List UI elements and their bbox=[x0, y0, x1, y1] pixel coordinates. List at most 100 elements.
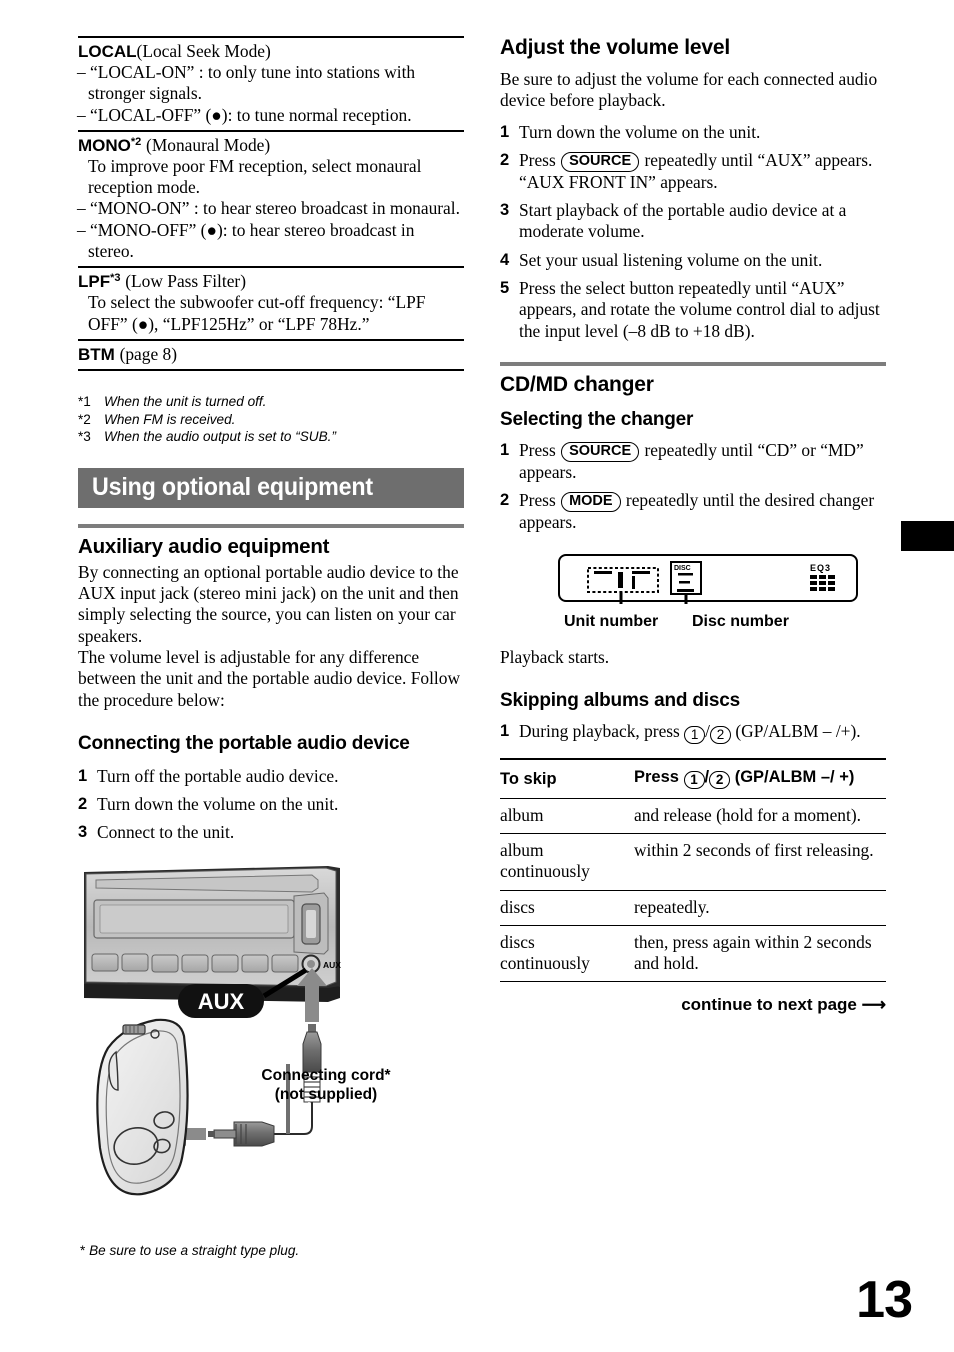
press-cell-0: and release (hold for a moment). bbox=[634, 797, 886, 834]
source-button-key-2[interactable]: SOURCE bbox=[561, 441, 640, 462]
setting-btm-paren: (page 8) bbox=[119, 343, 178, 364]
skipping-step-1-sep: / bbox=[705, 720, 711, 741]
volume-step-4-number: 4 bbox=[500, 250, 510, 269]
setting-mono-header: MONO*2 (Monaural Mode) bbox=[78, 135, 464, 156]
footnote-1-text: When the unit is turned off. bbox=[104, 393, 267, 409]
setting-lpf: LPF*3 (Low Pass Filter) To select the su… bbox=[78, 268, 464, 339]
changer-heading: CD/MD changer bbox=[500, 372, 654, 396]
straight-plug-note-marker: * bbox=[80, 1243, 86, 1258]
footnote-2-text: When FM is received. bbox=[104, 411, 236, 427]
setting-local-line-1: – “LOCAL-ON” : to only tune into station… bbox=[77, 62, 416, 104]
skip-cell-1: album continuously bbox=[500, 833, 634, 891]
footnote-2-marker: *2 bbox=[78, 411, 91, 427]
connect-step-1-number: 1 bbox=[78, 766, 88, 785]
selecting-step-2-text: Press MODE repeatedly until the desired … bbox=[519, 490, 886, 533]
skipping-step-1-text: During playback, press 1/2 (GP/ALBM – /+… bbox=[519, 721, 886, 744]
skip-cell-0: album bbox=[500, 797, 634, 834]
volume-heading: Adjust the volume level bbox=[500, 36, 730, 59]
volume-step-4-text: Set your usual listening volume on the u… bbox=[519, 249, 823, 270]
setting-local: LOCAL(Local Seek Mode) – “LOCAL-ON” : to… bbox=[77, 38, 464, 130]
page-number: 13 bbox=[856, 1271, 913, 1329]
continue-next-page-text: continue to next page bbox=[681, 995, 857, 1015]
selecting-heading: Selecting the changer bbox=[500, 408, 694, 430]
button-2-key[interactable]: 2 bbox=[710, 725, 732, 744]
edge-tab-marker bbox=[901, 521, 954, 551]
manual-page: LOCAL(Local Seek Mode) – “LOCAL-ON” : to… bbox=[0, 0, 954, 1352]
footnote-list: *1 When the unit is turned off. *2 When … bbox=[78, 393, 464, 446]
skip-table-bottom-rule bbox=[500, 981, 886, 983]
volume-step-3-number: 3 bbox=[500, 201, 510, 220]
setting-btm-name: BTM bbox=[78, 344, 115, 364]
setting-mono-line-1: To improve poor FM reception, select mon… bbox=[88, 155, 422, 198]
setting-mono: MONO*2 (Monaural Mode) To improve poor F… bbox=[77, 132, 464, 266]
volume-step-5: 5 Press the select button repeatedly unt… bbox=[500, 278, 886, 342]
selecting-step-2: 2 Press MODE repeatedly until the desire… bbox=[500, 490, 886, 533]
connect-step-1: 1 Turn off the portable audio device. bbox=[78, 766, 464, 787]
volume-step-1-number: 1 bbox=[500, 122, 510, 141]
press-cell-1: within 2 seconds of first releasing. bbox=[634, 833, 886, 891]
display-svg: DISC EQ3 bbox=[558, 553, 858, 604]
volume-step-2-post: repeatedly until “AUX” appears. bbox=[640, 149, 873, 170]
setting-local-name: LOCAL bbox=[78, 42, 137, 61]
arrow-right-icon: ⟶ bbox=[861, 995, 886, 1015]
aux-connection-illustration: AUX AUX Connecting cord* (not supplied) bbox=[78, 858, 464, 1218]
setting-lpf-sup: *3 bbox=[110, 272, 121, 285]
connect-step-3-text: Connect to the unit. bbox=[97, 822, 235, 843]
skipping-step-1: 1 During playback, press 1/2 (GP/ALBM – … bbox=[500, 721, 886, 744]
setting-lpf-name: LPF bbox=[78, 272, 111, 292]
volume-step-4: 4 Set your usual listening volume on the… bbox=[500, 250, 886, 271]
table-row: discs repeatedly. bbox=[500, 889, 886, 926]
volume-step-2: 2 Press SOURCE repeatedly until “AUX” ap… bbox=[500, 150, 886, 193]
mode-button-key[interactable]: MODE bbox=[561, 492, 621, 513]
volume-step-1: 1 Turn down the volume on the unit. bbox=[500, 122, 886, 143]
connect-heading: Connecting the portable audio device bbox=[78, 732, 410, 754]
skipping-steps: 1 During playback, press 1/2 (GP/ALBM – … bbox=[500, 721, 886, 744]
source-button-key[interactable]: SOURCE bbox=[561, 151, 640, 172]
setting-btm-header: BTM (page 8) bbox=[78, 344, 464, 365]
button-2-key-header[interactable]: 2 bbox=[709, 770, 731, 789]
skip-table-header-to-skip: To skip bbox=[500, 757, 634, 799]
setting-mono-sup: *2 bbox=[130, 135, 142, 148]
eq-label: EQ3 bbox=[810, 563, 831, 573]
cord-label-line-2: (not supplied) bbox=[274, 1085, 378, 1103]
changer-heading-bar bbox=[500, 361, 886, 366]
selecting-steps: 1 Press SOURCE repeatedly until “CD” or … bbox=[500, 440, 886, 534]
setting-btm: BTM (page 8) bbox=[78, 341, 464, 369]
left-column: LOCAL(Local Seek Mode) – “LOCAL-ON” : to… bbox=[77, 36, 464, 1218]
skipping-step-1-number: 1 bbox=[500, 721, 510, 740]
heading-bar bbox=[78, 523, 464, 528]
connect-step-2: 2 Turn down the volume on the unit. bbox=[78, 794, 464, 815]
skip-table-header-row: To skip Press 1/2 (GP/ALBM –/ +) bbox=[500, 757, 886, 799]
press-cell-2: repeatedly. bbox=[634, 889, 886, 926]
volume-step-2-text: Press SOURCE repeatedly until “AUX” appe… bbox=[519, 150, 886, 193]
volume-step-2-number: 2 bbox=[500, 150, 510, 169]
selecting-step-1-text: Press SOURCE repeatedly until “CD” or “M… bbox=[519, 440, 886, 483]
aux-paragraph-2: The volume level is adjustable for any d… bbox=[78, 646, 460, 710]
setting-mono-line-3: – “MONO-OFF” (●): to hear stereo broadca… bbox=[77, 219, 415, 262]
footnote-2: *2 When FM is received. bbox=[78, 411, 464, 429]
aux-heading: Auxiliary audio equipment bbox=[78, 534, 330, 558]
button-1-key-header[interactable]: 1 bbox=[683, 770, 705, 789]
straight-plug-note: * Be sure to use a straight type plug. bbox=[80, 1243, 460, 1258]
connect-steps: 1 Turn off the portable audio device. 2 … bbox=[78, 766, 464, 844]
cord-label: Connecting cord* (not supplied) bbox=[226, 1066, 426, 1104]
connect-step-2-text: Turn down the volume on the unit. bbox=[97, 794, 339, 815]
straight-plug-note-text: Be sure to use a straight type plug. bbox=[89, 1243, 300, 1258]
volume-intro: Be sure to adjust the volume for each co… bbox=[500, 69, 878, 111]
skip-header-post: (GP/ALBM –/ +) bbox=[730, 767, 855, 786]
footnote-3-text: When the audio output is set to “SUB.” bbox=[104, 429, 336, 445]
section-banner: Using optional equipment bbox=[78, 467, 464, 508]
divider-btm-bottom bbox=[78, 368, 464, 371]
plug-horizontal bbox=[208, 1121, 275, 1147]
section-banner-title: Using optional equipment bbox=[92, 473, 373, 502]
volume-steps: 1 Turn down the volume on the unit. 2 Pr… bbox=[500, 122, 886, 342]
table-row: discs continuously then, press again wit… bbox=[500, 925, 886, 982]
disc-indicator-label: DISC bbox=[674, 565, 691, 572]
press-cell-3: then, press again within 2 seconds and h… bbox=[634, 925, 886, 982]
setting-lpf-header: LPF*3 (Low Pass Filter) bbox=[78, 271, 464, 292]
button-1-key[interactable]: 1 bbox=[684, 725, 706, 744]
connect-step-3-number: 3 bbox=[78, 823, 88, 842]
aux-heading-block: Auxiliary audio equipment bbox=[78, 523, 464, 559]
display-callouts: Unit number Disc number bbox=[558, 613, 858, 631]
volume-step-3: 3 Start playback of the portable audio d… bbox=[500, 200, 886, 243]
